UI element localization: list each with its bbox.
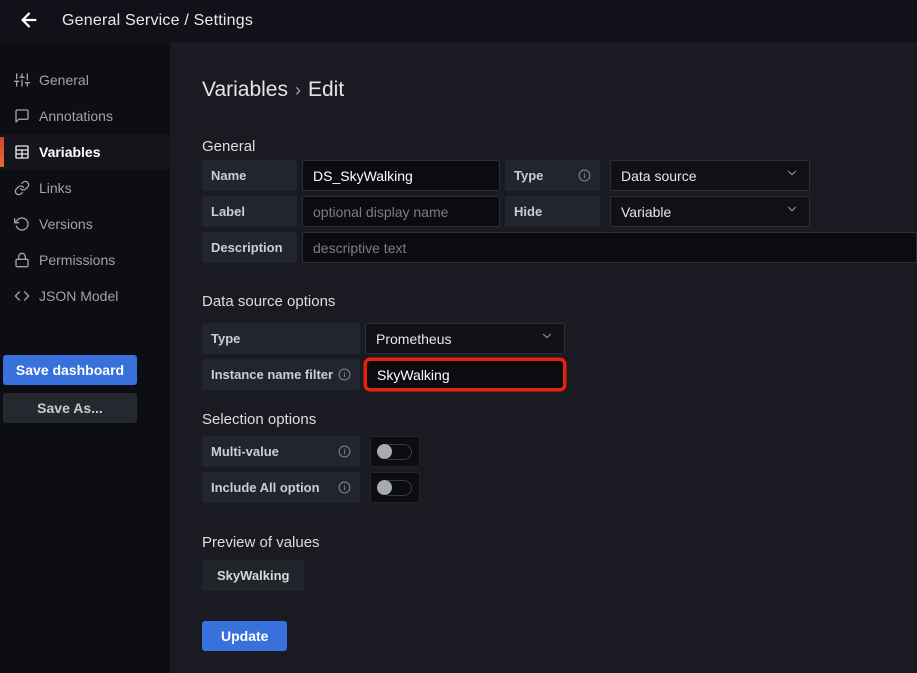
comment-icon [14,108,30,124]
type-select[interactable]: Data source [610,160,810,191]
toggle-switch-off [377,443,413,461]
data-source-options-title: Data source options [202,293,917,310]
variables-grid-icon [14,144,30,160]
info-icon [338,445,351,458]
sidebar-item-label: Links [39,180,72,196]
sidebar-item-versions[interactable]: Versions [0,206,170,242]
instance-filter-row: Instance name filter [202,359,917,390]
sidebar-item-label: General [39,72,89,88]
description-input[interactable] [302,232,917,263]
update-button[interactable]: Update [202,621,287,651]
page-title: General Service / Settings [62,12,253,30]
general-section-title: General [202,138,917,155]
label-label: Label [202,196,297,227]
label-input[interactable] [302,196,500,227]
selection-options-title: Selection options [202,411,917,428]
save-dashboard-button[interactable]: Save dashboard [3,355,137,385]
label-hide-row: Label Hide Variable [202,196,917,227]
sidebar-item-variables[interactable]: Variables [0,134,170,170]
info-icon [338,481,351,494]
data-source-options-form: Type Prometheus Instance name filter [202,323,917,390]
top-bar: General Service / Settings [0,0,917,42]
breadcrumb-section[interactable]: Variables [202,78,288,101]
ds-type-select[interactable]: Prometheus [365,323,565,354]
lock-icon [14,252,30,268]
sidebar-item-permissions[interactable]: Permissions [0,242,170,278]
sidebar-item-label: Annotations [39,108,113,124]
sidebar-item-json-model[interactable]: JSON Model [0,278,170,314]
type-label: Type [505,160,600,191]
include-all-label: Include All option [202,472,360,503]
description-label: Description [202,232,297,263]
instance-filter-label: Instance name filter [202,359,360,390]
multi-value-toggle[interactable] [370,436,420,467]
multi-value-row: Multi-value [202,436,917,467]
sidebar-item-label: Permissions [39,252,115,268]
arrow-left-icon [18,9,40,34]
breadcrumb-page: Edit [308,78,344,101]
instance-filter-input[interactable] [365,359,565,390]
ds-type-label: Type [202,323,360,354]
sidebar-item-general[interactable]: General [0,62,170,98]
ds-type-select-value: Prometheus [376,331,451,347]
ds-type-row: Type Prometheus [202,323,917,354]
sidebar-item-label: Versions [39,216,93,232]
toggle-switch-off [377,479,413,497]
sidebar-item-label: JSON Model [39,288,118,304]
include-all-row: Include All option [202,472,917,503]
chevron-down-icon [785,166,799,185]
variables-edit-pane: Variables›Edit General Name Type Data so… [170,42,917,673]
preview-title: Preview of values [202,534,917,551]
breadcrumb: Variables›Edit [202,78,917,102]
settings-sidebar: General Annotations Variables Links Vers… [0,42,170,673]
sliders-icon [14,72,30,88]
chevron-down-icon [785,202,799,221]
history-icon [14,216,30,232]
sidebar-item-links[interactable]: Links [0,170,170,206]
name-input[interactable] [302,160,500,191]
name-type-row: Name Type Data source [202,160,917,191]
hide-select-value: Variable [621,204,671,220]
multi-value-label: Multi-value [202,436,360,467]
sidebar-actions: Save dashboard Save As... [0,355,170,423]
include-all-toggle[interactable] [370,472,420,503]
save-as-button[interactable]: Save As... [3,393,137,423]
chevron-down-icon [540,329,554,348]
hide-label: Hide [505,196,600,227]
type-select-value: Data source [621,168,696,184]
hide-select[interactable]: Variable [610,196,810,227]
sidebar-item-label: Variables [39,144,101,160]
link-icon [14,180,30,196]
breadcrumb-separator: › [288,80,308,100]
general-form: Name Type Data source Label H [202,160,917,263]
back-button[interactable] [14,6,44,36]
info-icon [338,368,351,381]
sidebar-item-annotations[interactable]: Annotations [0,98,170,134]
code-icon [14,288,30,304]
name-label: Name [202,160,297,191]
description-row: Description [202,232,917,263]
selection-options-form: Multi-value Include All option [202,436,917,503]
info-icon [578,169,591,182]
preview-value-chip: SkyWalking [202,560,304,591]
